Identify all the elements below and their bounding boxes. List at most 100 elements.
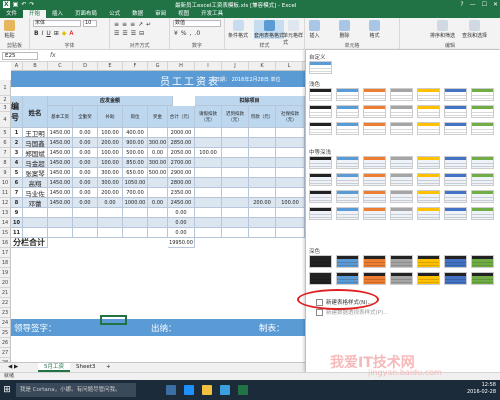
table-cell[interactable]: 1450.00 bbox=[48, 198, 73, 208]
row-header[interactable]: 25 bbox=[0, 328, 11, 338]
table-style-swatch[interactable] bbox=[471, 156, 494, 169]
format-as-table-button[interactable]: 套用表格格式 bbox=[254, 20, 285, 39]
name-box[interactable]: E25 bbox=[2, 52, 38, 60]
table-cell[interactable]: 0.00 bbox=[98, 198, 123, 208]
table-cell[interactable] bbox=[249, 178, 276, 188]
table-style-swatch[interactable] bbox=[417, 173, 440, 186]
insert-cells-button[interactable]: 插入 bbox=[309, 20, 320, 39]
table-cell[interactable]: 200.00 bbox=[249, 198, 276, 208]
table-cell[interactable] bbox=[195, 168, 222, 178]
row-header[interactable]: 27 bbox=[0, 348, 11, 358]
table-cell[interactable]: 1050.00 bbox=[123, 178, 148, 188]
table-cell[interactable] bbox=[195, 208, 222, 218]
table-cell[interactable] bbox=[73, 218, 98, 228]
excel-taskbar-icon[interactable] bbox=[238, 385, 248, 395]
tab-home[interactable]: 开始 bbox=[23, 10, 47, 18]
employee-name[interactable]: 马金超 bbox=[23, 158, 48, 168]
employee-name[interactable] bbox=[23, 218, 48, 228]
column-header[interactable]: H bbox=[168, 62, 195, 71]
currency-icon[interactable]: ¥ bbox=[174, 30, 178, 37]
table-cell[interactable] bbox=[73, 228, 98, 238]
table-style-swatch[interactable] bbox=[336, 255, 359, 268]
row-header[interactable]: 24 bbox=[0, 318, 11, 328]
table-cell[interactable] bbox=[195, 128, 222, 138]
undo-icon[interactable]: ↶ bbox=[21, 1, 26, 8]
table-style-swatch[interactable] bbox=[363, 173, 386, 186]
table-cell[interactable] bbox=[249, 158, 276, 168]
redo-icon[interactable]: ↷ bbox=[29, 1, 34, 8]
tab-formulas[interactable]: 公式 bbox=[103, 10, 126, 18]
align-left-icon[interactable]: ☰ bbox=[114, 30, 119, 37]
conditional-format-button[interactable]: 条件格式 bbox=[228, 20, 248, 39]
maximize-icon[interactable]: ☐ bbox=[482, 1, 487, 8]
table-cell[interactable]: 900.00 bbox=[123, 138, 148, 148]
table-cell[interactable] bbox=[276, 178, 305, 188]
row-header[interactable]: 14 bbox=[0, 218, 11, 228]
table-style-swatch[interactable] bbox=[336, 88, 359, 101]
table-cell[interactable] bbox=[195, 178, 222, 188]
table-cell[interactable]: 100.00 bbox=[276, 198, 305, 208]
table-cell[interactable] bbox=[123, 228, 148, 238]
row-header[interactable]: 21 bbox=[0, 288, 11, 298]
table-cell[interactable] bbox=[249, 188, 276, 198]
table-cell[interactable]: 100.00 bbox=[98, 128, 123, 138]
table-cell[interactable] bbox=[222, 158, 249, 168]
table-cell[interactable] bbox=[276, 138, 305, 148]
table-cell[interactable]: 100.00 bbox=[98, 148, 123, 158]
table-cell[interactable]: 1450.00 bbox=[48, 148, 73, 158]
align-bottom-icon[interactable]: ≡ bbox=[130, 21, 135, 28]
table-cell[interactable]: 1450.00 bbox=[48, 138, 73, 148]
table-cell[interactable] bbox=[98, 208, 123, 218]
employee-name[interactable]: 马国鑫 bbox=[23, 138, 48, 148]
table-cell[interactable]: 0.00 bbox=[73, 138, 98, 148]
table-cell[interactable]: 2050.00 bbox=[168, 148, 195, 158]
row-header[interactable]: 10 bbox=[0, 178, 11, 188]
column-header[interactable]: F bbox=[123, 62, 148, 71]
table-cell[interactable] bbox=[48, 208, 73, 218]
table-cell[interactable] bbox=[249, 148, 276, 158]
table-cell[interactable]: 2800.00 bbox=[168, 178, 195, 188]
table-style-swatch[interactable] bbox=[363, 272, 386, 285]
table-style-swatch[interactable] bbox=[444, 156, 467, 169]
row-header[interactable]: 7 bbox=[0, 148, 11, 158]
row-header[interactable]: 6 bbox=[0, 138, 11, 148]
employee-name[interactable]: 王卫明 bbox=[23, 128, 48, 138]
increase-decimal-icon[interactable]: .0 bbox=[194, 30, 200, 37]
row-header[interactable]: 15 bbox=[0, 228, 11, 238]
help-icon[interactable]: ? bbox=[460, 1, 463, 8]
table-cell[interactable] bbox=[148, 218, 168, 228]
align-top-icon[interactable]: ≡ bbox=[114, 21, 119, 28]
border-icon[interactable]: ⊞ bbox=[54, 30, 59, 37]
column-header[interactable]: I bbox=[195, 62, 222, 71]
align-right-icon[interactable]: ☰ bbox=[131, 30, 136, 37]
table-style-swatch[interactable] bbox=[471, 122, 494, 135]
fill-color-icon[interactable]: ◆ bbox=[62, 30, 67, 37]
column-header[interactable]: E bbox=[98, 62, 123, 71]
table-cell[interactable]: 100.00 bbox=[195, 148, 222, 158]
table-cell[interactable]: 0.00 bbox=[73, 148, 98, 158]
table-style-swatch[interactable] bbox=[390, 190, 413, 203]
table-cell[interactable]: 0.00 bbox=[168, 228, 195, 238]
table-cell[interactable]: 400.00 bbox=[123, 128, 148, 138]
table-cell[interactable] bbox=[195, 188, 222, 198]
table-cell[interactable] bbox=[276, 228, 305, 238]
table-cell[interactable]: 1450.00 bbox=[48, 188, 73, 198]
row-header[interactable]: 3 bbox=[0, 104, 11, 112]
table-cell[interactable]: 2850.00 bbox=[168, 138, 195, 148]
table-cell[interactable] bbox=[222, 208, 249, 218]
table-style-swatch[interactable] bbox=[309, 207, 332, 220]
table-style-swatch[interactable] bbox=[363, 156, 386, 169]
table-style-swatch[interactable] bbox=[471, 173, 494, 186]
row-header[interactable]: 9 bbox=[0, 168, 11, 178]
underline-icon[interactable]: U bbox=[46, 30, 50, 37]
table-cell[interactable]: 0.00 bbox=[73, 188, 98, 198]
table-style-swatch[interactable] bbox=[417, 88, 440, 101]
table-cell[interactable]: 0.00 bbox=[73, 158, 98, 168]
row-header[interactable]: 4 bbox=[0, 112, 11, 128]
table-style-swatch[interactable] bbox=[417, 272, 440, 285]
format-cells-button[interactable]: 格式 bbox=[369, 20, 380, 39]
table-style-swatch[interactable] bbox=[390, 207, 413, 220]
table-cell[interactable] bbox=[195, 138, 222, 148]
orientation-icon[interactable]: ↗ bbox=[138, 21, 143, 28]
store-icon[interactable] bbox=[220, 385, 230, 395]
